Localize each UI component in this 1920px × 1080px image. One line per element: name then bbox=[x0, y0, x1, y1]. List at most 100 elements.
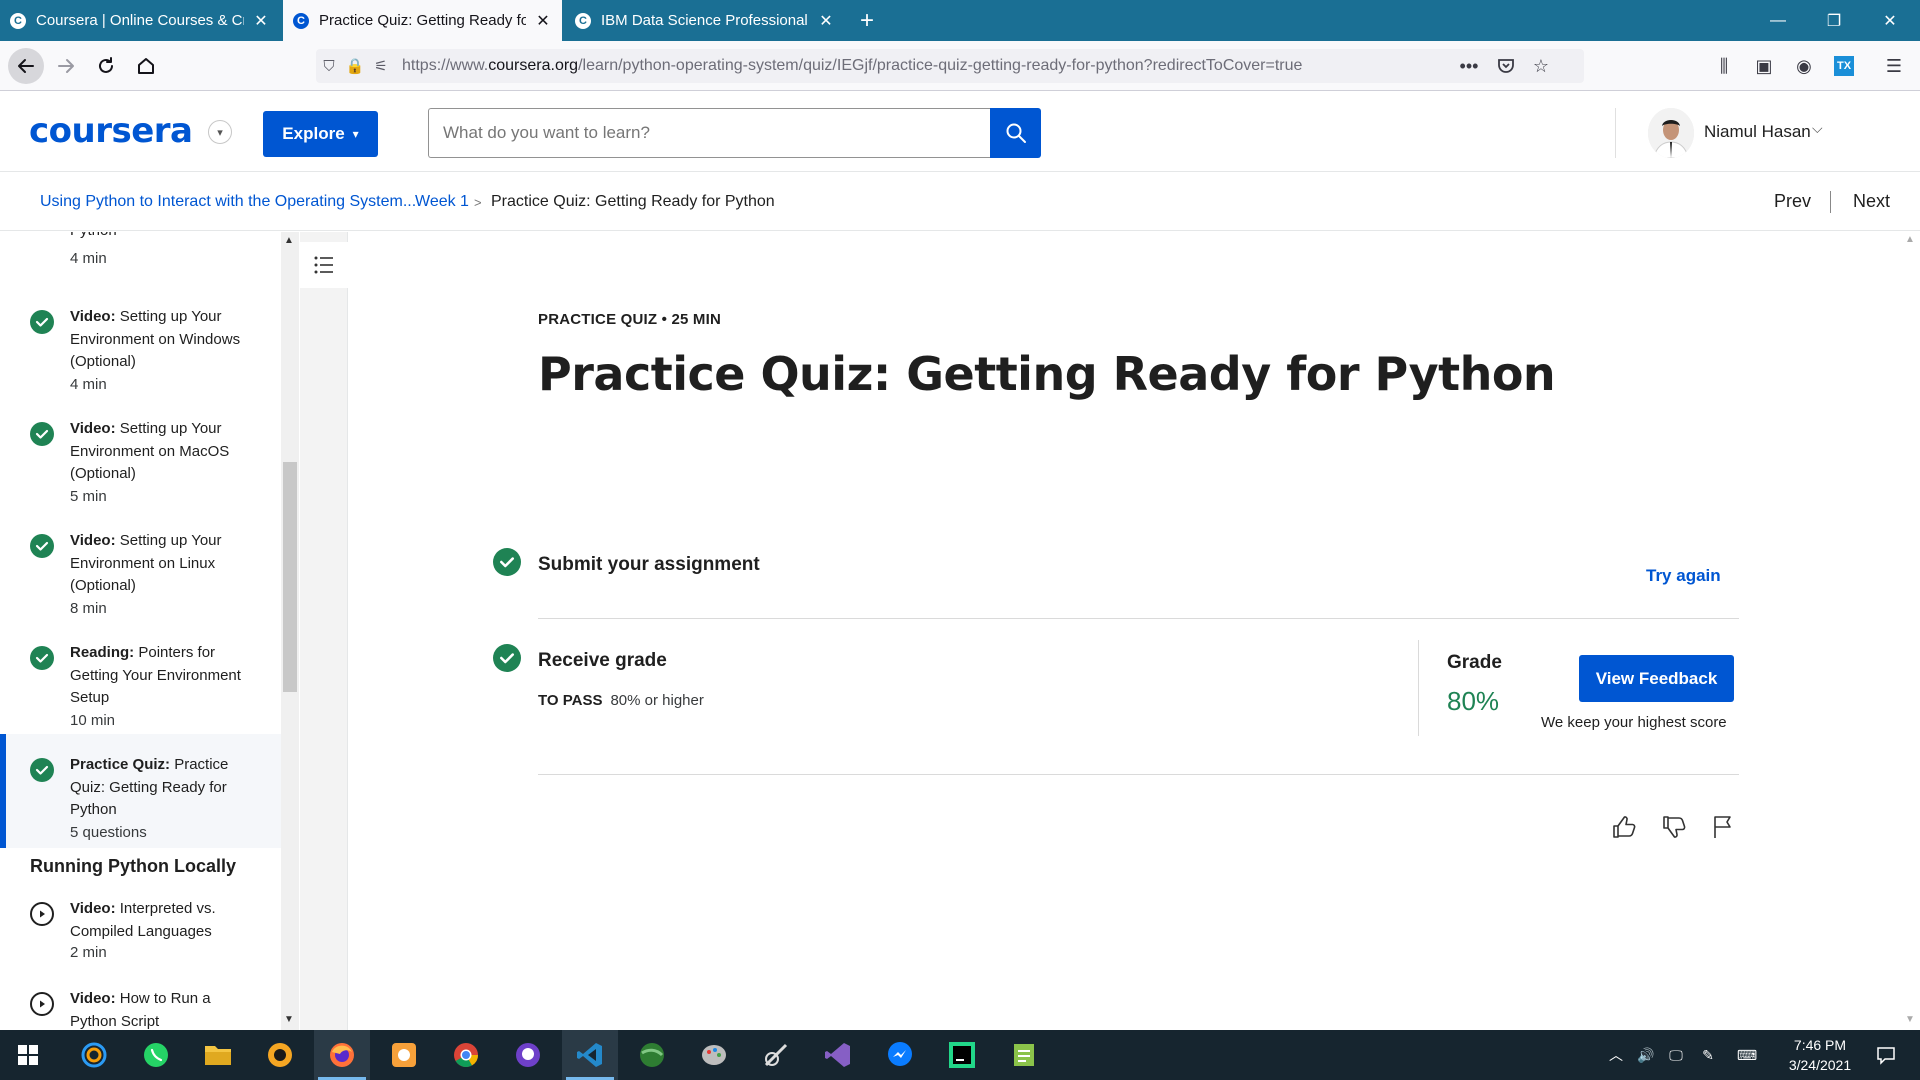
prev-button[interactable]: Prev bbox=[1774, 191, 1811, 212]
sidebar-scrollbar[interactable]: ▲ ▼ bbox=[281, 232, 299, 1030]
close-tab-icon[interactable]: ✕ bbox=[252, 12, 270, 30]
sidebar-toggle-icon[interactable]: ▣ bbox=[1748, 50, 1780, 82]
flag-icon[interactable] bbox=[1706, 810, 1740, 844]
chevron-down-icon[interactable]: ▾ bbox=[208, 120, 232, 144]
breadcrumb-week-link[interactable]: Week 1 bbox=[415, 193, 469, 211]
tab-coursera-home[interactable]: C Coursera | Online Courses & Cr ✕ bbox=[0, 0, 280, 41]
bookmark-star-icon[interactable]: ☆ bbox=[1525, 50, 1557, 82]
sidebar-item-practice-quiz[interactable]: Practice Quiz: Practice Quiz: Getting Re… bbox=[0, 734, 281, 848]
search-input[interactable] bbox=[428, 108, 991, 158]
next-button[interactable]: Next bbox=[1853, 191, 1890, 212]
close-window-icon[interactable]: ✕ bbox=[1862, 0, 1918, 41]
tab-title: IBM Data Science Professional bbox=[601, 12, 808, 29]
scroll-up-arrow-icon[interactable]: ▲ bbox=[1905, 234, 1915, 245]
firefox-icon[interactable] bbox=[314, 1030, 370, 1080]
pycharm-icon[interactable] bbox=[934, 1030, 990, 1080]
pocket-icon[interactable] bbox=[1490, 50, 1522, 82]
grade-label: Grade bbox=[1447, 652, 1502, 673]
sidebar-item-video-interpreted[interactable]: Video: Interpreted vs. Compiled Language… bbox=[0, 888, 281, 978]
sidebar-scrollbar-thumb[interactable] bbox=[283, 462, 297, 692]
grade-divider bbox=[1418, 640, 1419, 736]
sidebar-item-reading-pointers[interactable]: Reading: Pointers for Getting Your Envir… bbox=[0, 630, 281, 742]
tab-ibm-data-science[interactable]: C IBM Data Science Professional ✕ bbox=[565, 0, 845, 41]
page-scrollbar[interactable]: ▲ ▼ bbox=[1900, 232, 1920, 1030]
messenger-icon[interactable] bbox=[872, 1030, 928, 1080]
active-indicator bbox=[0, 734, 6, 848]
tab-practice-quiz[interactable]: C Practice Quiz: Getting Ready fo ✕ bbox=[283, 0, 562, 41]
notifications-icon[interactable] bbox=[1866, 1030, 1906, 1080]
thumbs-down-icon[interactable] bbox=[1657, 810, 1691, 844]
minimize-window-icon[interactable]: — bbox=[1750, 0, 1806, 41]
avatar[interactable] bbox=[1648, 108, 1694, 158]
paint-app-icon[interactable] bbox=[686, 1030, 742, 1080]
url-path: /learn/python-operating-system/quiz/IEGj… bbox=[578, 57, 1303, 74]
volume-icon[interactable]: 🔊 bbox=[1632, 1030, 1660, 1080]
try-again-link[interactable]: Try again bbox=[1646, 566, 1721, 586]
app-orange-icon[interactable] bbox=[376, 1030, 432, 1080]
pen-icon[interactable]: ✎ bbox=[1694, 1030, 1722, 1080]
forward-arrow-icon[interactable] bbox=[50, 50, 82, 82]
explore-button[interactable]: Explore ▾ bbox=[263, 111, 378, 157]
vscode-icon[interactable] bbox=[562, 1030, 618, 1080]
address-bar[interactable]: ⛉ 🔒 ⚟ https://www.coursera.org/learn/pyt… bbox=[316, 49, 1584, 83]
notepad-app-icon[interactable] bbox=[996, 1030, 1052, 1080]
sidebar-item-type: Video: bbox=[70, 532, 116, 549]
restore-window-icon[interactable]: ❐ bbox=[1806, 0, 1862, 41]
tray-overflow-chevron-icon[interactable]: ︿ bbox=[1602, 1030, 1630, 1080]
extension-icon[interactable]: TX bbox=[1828, 50, 1860, 82]
lock-icon[interactable]: 🔒 bbox=[342, 57, 368, 75]
chevron-down-icon[interactable]: ⌵ bbox=[1812, 120, 1823, 137]
page-actions-menu-icon[interactable]: ••• bbox=[1453, 50, 1485, 82]
coursera-logo[interactable]: coursera bbox=[29, 111, 193, 151]
prev-next-divider bbox=[1830, 191, 1831, 213]
checkmark-icon bbox=[30, 310, 54, 334]
sidebar-item-video-linux[interactable]: Video: Setting up Your Environment on Li… bbox=[0, 518, 281, 630]
grade-value: 80% bbox=[1447, 686, 1500, 716]
search-button[interactable] bbox=[990, 108, 1041, 158]
sidebar-item-label: Video: Setting up Your Environment on Li… bbox=[70, 530, 250, 598]
sidebar-item-video-run-script[interactable]: Video: How to Run a Python Script bbox=[0, 978, 281, 1030]
clock-time: 7:46 PM bbox=[1793, 1037, 1847, 1053]
sidebar-item-video-windows[interactable]: Video: Setting up Your Environment on Wi… bbox=[0, 294, 281, 406]
browser-navigation-bar: ⛉ 🔒 ⚟ https://www.coursera.org/learn/pyt… bbox=[0, 41, 1920, 91]
search-assistant-icon[interactable] bbox=[66, 1030, 122, 1080]
page-title: Practice Quiz: Getting Ready for Python bbox=[538, 347, 1556, 401]
github-desktop-icon[interactable] bbox=[500, 1030, 556, 1080]
new-tab-plus-icon[interactable]: + bbox=[852, 6, 882, 36]
close-tab-icon[interactable]: ✕ bbox=[534, 12, 552, 30]
coursera-favicon-icon: C bbox=[293, 12, 309, 29]
sidebar-item-partial[interactable]: Python 4 min bbox=[0, 232, 281, 282]
scroll-up-arrow-icon[interactable]: ▲ bbox=[284, 235, 294, 246]
shield-icon[interactable]: ⛉ bbox=[316, 58, 342, 75]
chrome-icon[interactable] bbox=[438, 1030, 494, 1080]
windows-start-icon[interactable] bbox=[0, 1030, 56, 1080]
sidebar-item-duration: 8 min bbox=[70, 600, 107, 617]
breadcrumb-course-link[interactable]: Using Python to Interact with the Operat… bbox=[40, 193, 416, 211]
whatsapp-icon[interactable] bbox=[128, 1030, 184, 1080]
sidebar-item-video-macos[interactable]: Video: Setting up Your Environment on Ma… bbox=[0, 406, 281, 518]
hamburger-menu-icon[interactable]: ☰ bbox=[1878, 50, 1910, 82]
user-name[interactable]: Niamul Hasan bbox=[1704, 122, 1811, 142]
globe-app-icon[interactable] bbox=[624, 1030, 680, 1080]
sidebar-item-duration: 10 min bbox=[70, 712, 116, 729]
app-circle-icon[interactable] bbox=[252, 1030, 308, 1080]
network-icon[interactable]: 🖵 bbox=[1662, 1030, 1690, 1080]
permissions-icon[interactable]: ⚟ bbox=[368, 57, 394, 75]
satellite-app-icon[interactable] bbox=[748, 1030, 804, 1080]
thumbs-up-icon[interactable] bbox=[1607, 810, 1641, 844]
close-tab-icon[interactable]: ✕ bbox=[817, 12, 835, 30]
back-arrow-icon[interactable] bbox=[8, 48, 44, 84]
visual-studio-icon[interactable] bbox=[810, 1030, 866, 1080]
system-clock[interactable]: 7:46 PM 3/24/2021 bbox=[1772, 1035, 1868, 1075]
reload-icon[interactable] bbox=[90, 50, 122, 82]
scroll-down-arrow-icon[interactable]: ▼ bbox=[1905, 1014, 1915, 1025]
keyboard-icon[interactable]: ⌨ bbox=[1730, 1030, 1764, 1080]
toggle-outline-button[interactable] bbox=[300, 242, 348, 288]
file-explorer-icon[interactable] bbox=[190, 1030, 246, 1080]
library-icon[interactable]: ⫼ bbox=[1708, 50, 1740, 82]
view-feedback-button[interactable]: View Feedback bbox=[1579, 655, 1734, 702]
scroll-down-arrow-icon[interactable]: ▼ bbox=[284, 1014, 294, 1025]
sidebar-item-type: Video: bbox=[70, 990, 116, 1007]
home-icon[interactable] bbox=[130, 50, 162, 82]
account-icon[interactable]: ◉ bbox=[1788, 50, 1820, 82]
